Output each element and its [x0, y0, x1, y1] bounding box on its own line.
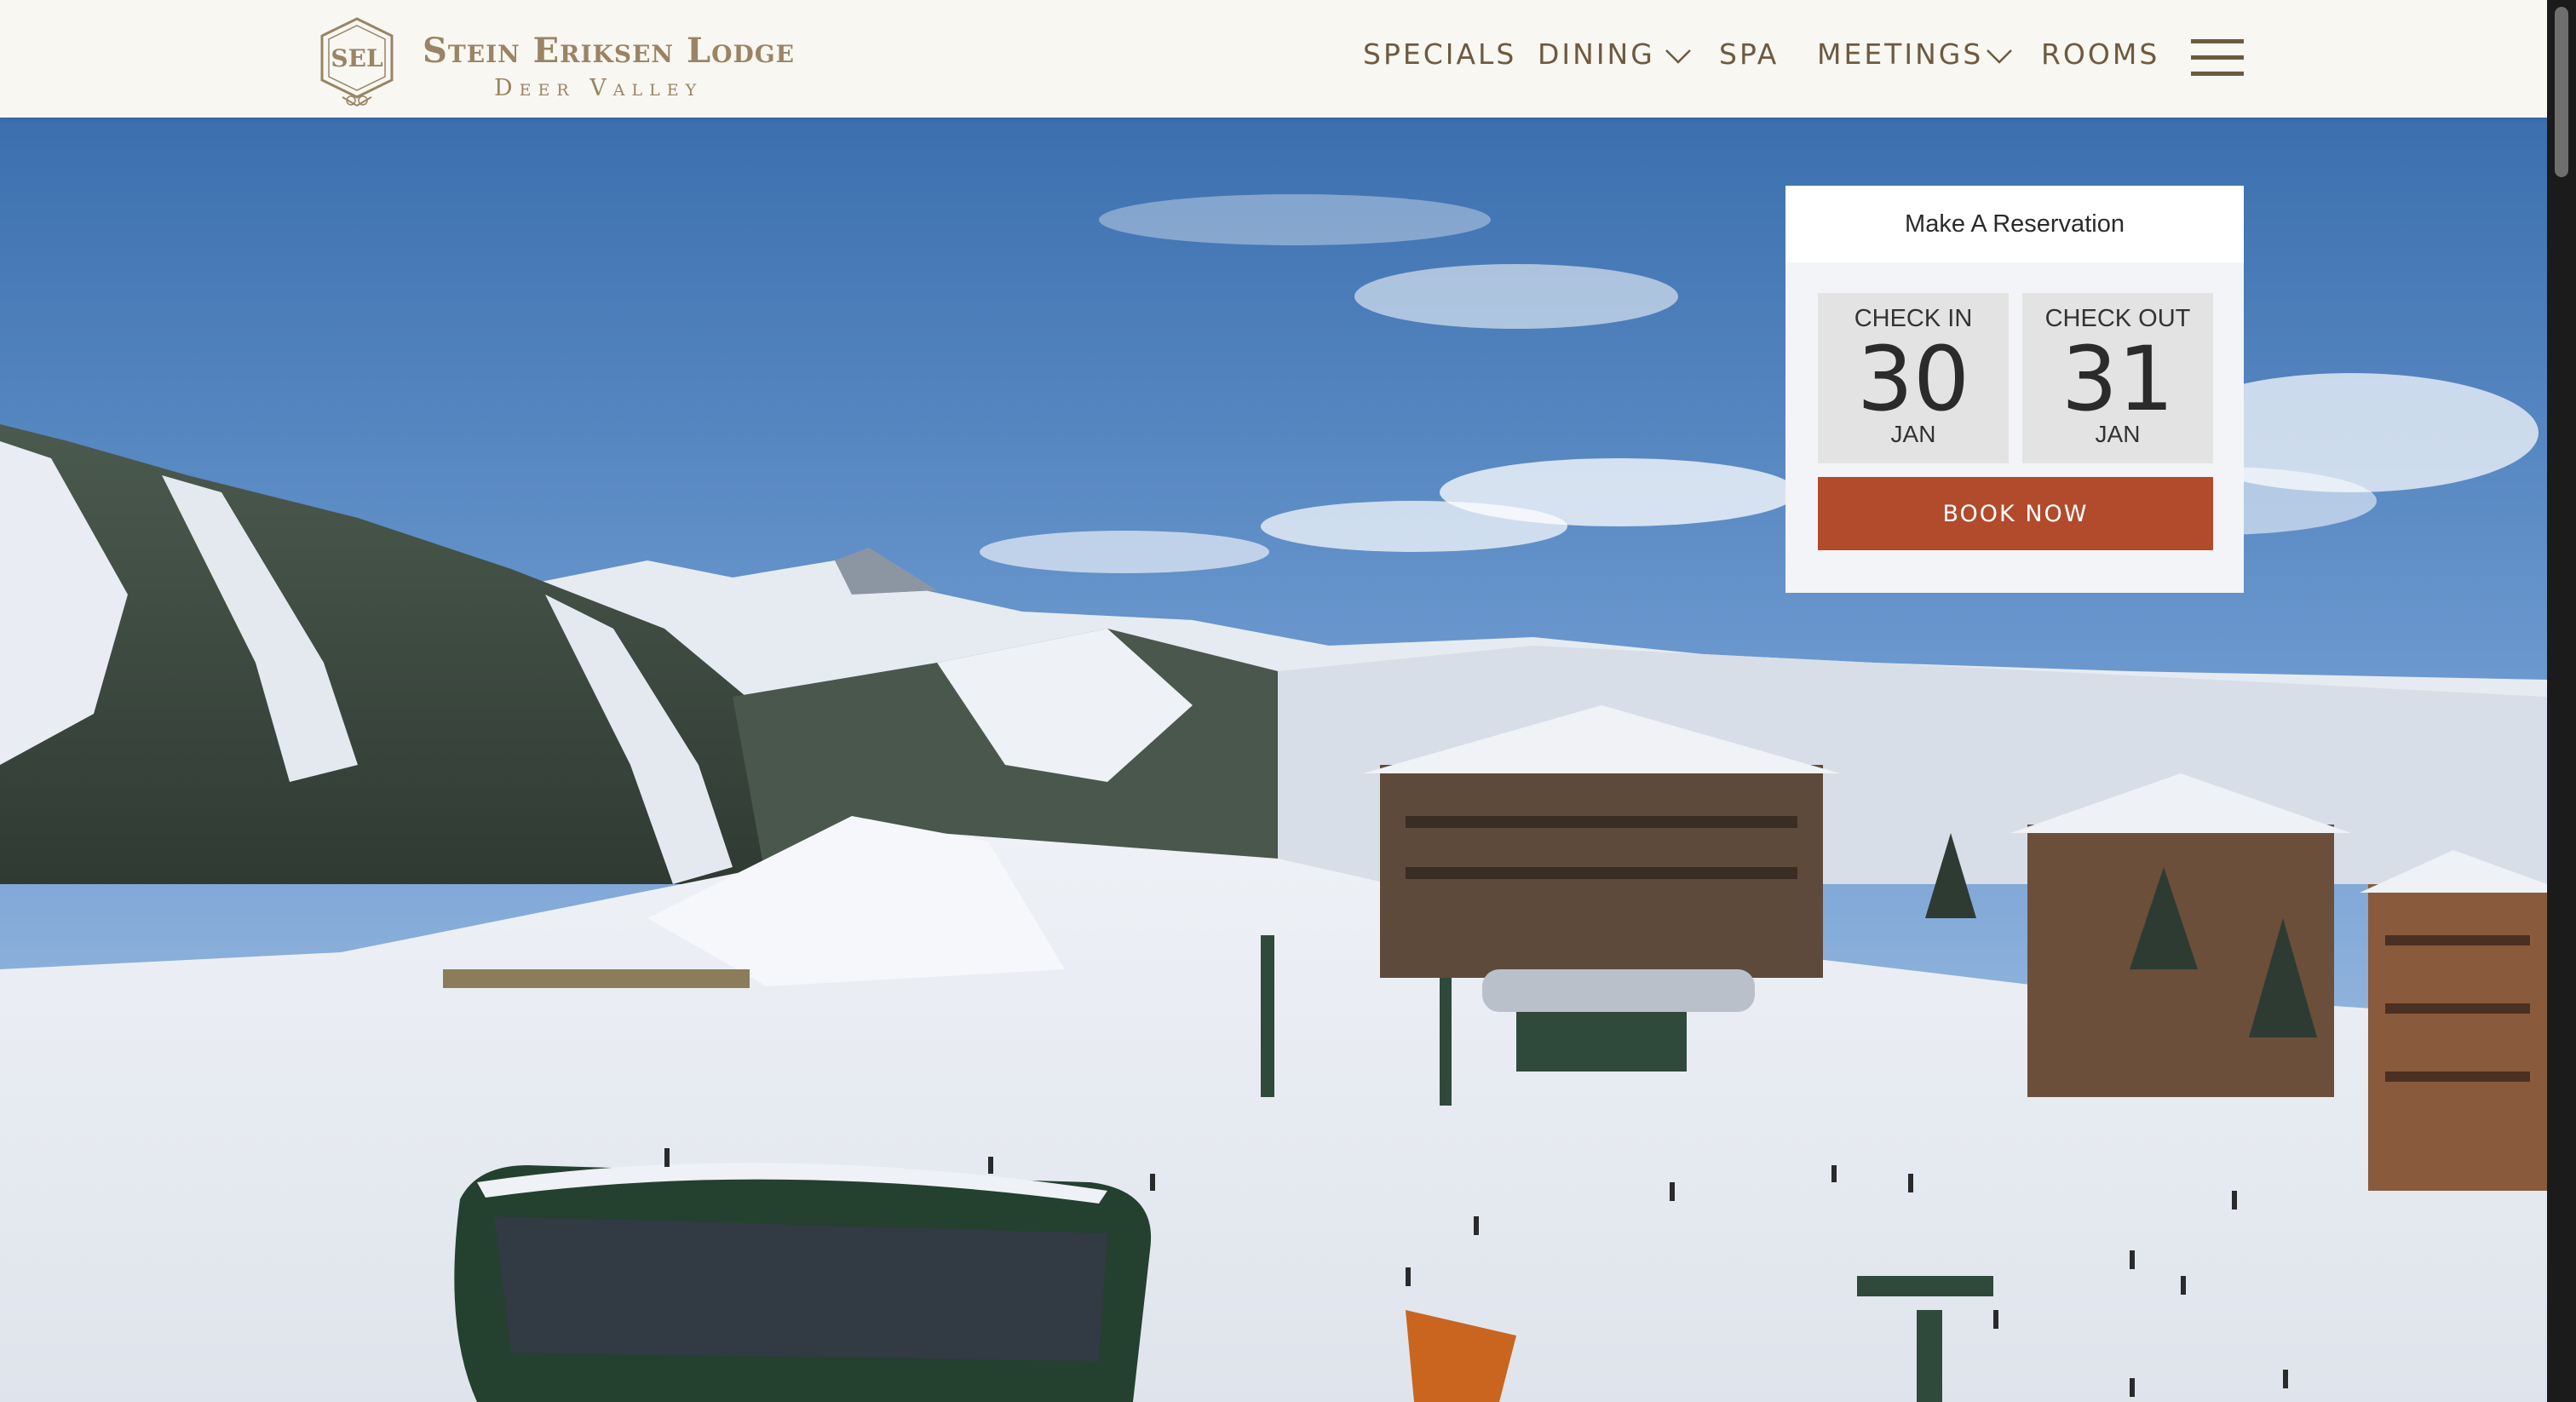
reservation-title: Make A Reservation	[1785, 186, 2244, 262]
chevron-down-icon[interactable]	[1985, 48, 2014, 65]
monogram-crest-icon: SEL	[320, 17, 394, 107]
book-now-button[interactable]: BOOK NOW	[1818, 477, 2213, 550]
nav-spa[interactable]: SPA	[1719, 37, 1779, 71]
hamburger-menu-icon[interactable]	[2191, 39, 2244, 77]
check-in-day: 30	[1856, 327, 1970, 431]
nav-rooms[interactable]: ROOMS	[2041, 37, 2159, 71]
check-out-month: JAN	[2095, 421, 2141, 447]
chevron-down-icon[interactable]	[1664, 48, 1693, 65]
reservation-widget: Make A Reservation CHECK IN 30 JAN CHECK…	[1785, 186, 2244, 593]
brand-logo[interactable]: SEL Stein Eriksen Lodge Deer Valley	[317, 15, 794, 109]
brand-location: Deer Valley	[494, 75, 704, 101]
scrollbar-thumb[interactable]	[2555, 7, 2568, 177]
brand-name: Stein Eriksen Lodge	[423, 31, 796, 71]
check-in-month: JAN	[1890, 421, 1936, 447]
svg-text:SEL: SEL	[331, 44, 383, 72]
nav-dining[interactable]: DINING	[1538, 37, 1655, 71]
page-scrollbar[interactable]	[2547, 0, 2576, 1402]
site-header: SEL Stein Eriksen Lodge Deer Valley SPEC…	[0, 0, 2547, 118]
check-out-day: 31	[2061, 327, 2175, 431]
check-in-date-picker[interactable]: CHECK IN 30 JAN	[1818, 293, 2009, 463]
nav-meetings[interactable]: MEETINGS	[1817, 37, 1983, 71]
check-out-date-picker[interactable]: CHECK OUT 31 JAN	[2022, 293, 2213, 463]
nav-specials[interactable]: SPECIALS	[1363, 37, 1516, 71]
